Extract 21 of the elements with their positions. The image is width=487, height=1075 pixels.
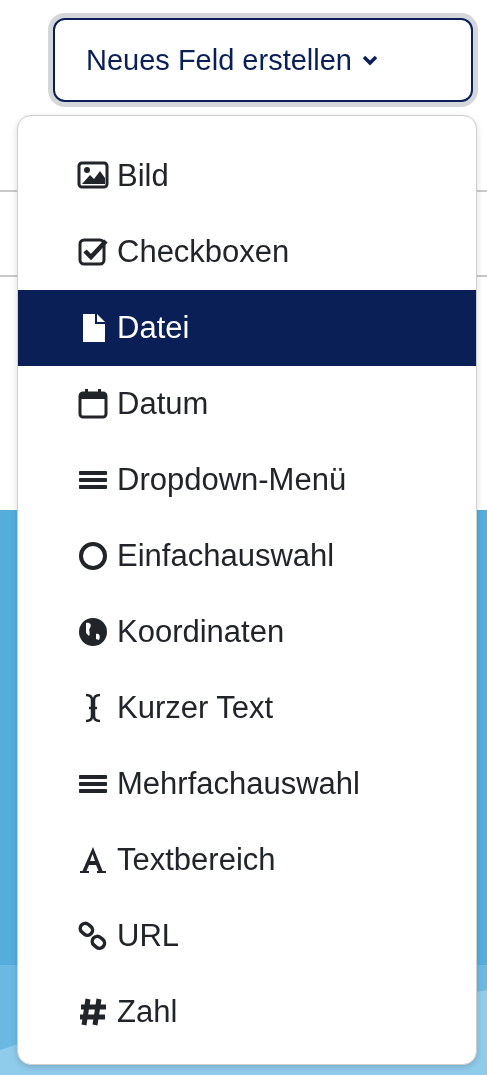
image-icon (77, 160, 109, 192)
menu-item[interactable]: Koordinaten (18, 594, 476, 670)
menu-item[interactable]: Zahl (18, 974, 476, 1050)
menu-item[interactable]: Mehrfachauswahl (18, 746, 476, 822)
menu-item[interactable]: Datum (18, 366, 476, 442)
checkbox-icon (77, 236, 109, 268)
circle-icon (77, 540, 109, 572)
globe-icon (77, 616, 109, 648)
new-field-dropdown-button[interactable]: Neues Feld erstellen (53, 18, 473, 102)
hash-icon (77, 996, 109, 1028)
menu-item[interactable]: Dropdown-Menü (18, 442, 476, 518)
link-icon (77, 920, 109, 952)
menu-item[interactable]: Kurzer Text (18, 670, 476, 746)
menu-item[interactable]: Datei (18, 290, 476, 366)
menu-item[interactable]: URL (18, 898, 476, 974)
menu-item[interactable]: Bild (18, 138, 476, 214)
menu-item[interactable]: Einfachauswahl (18, 518, 476, 594)
calendar-icon (77, 388, 109, 420)
menu-item[interactable]: Checkboxen (18, 214, 476, 290)
caret-down-icon (362, 54, 378, 66)
menu-item[interactable]: Textbereich (18, 822, 476, 898)
